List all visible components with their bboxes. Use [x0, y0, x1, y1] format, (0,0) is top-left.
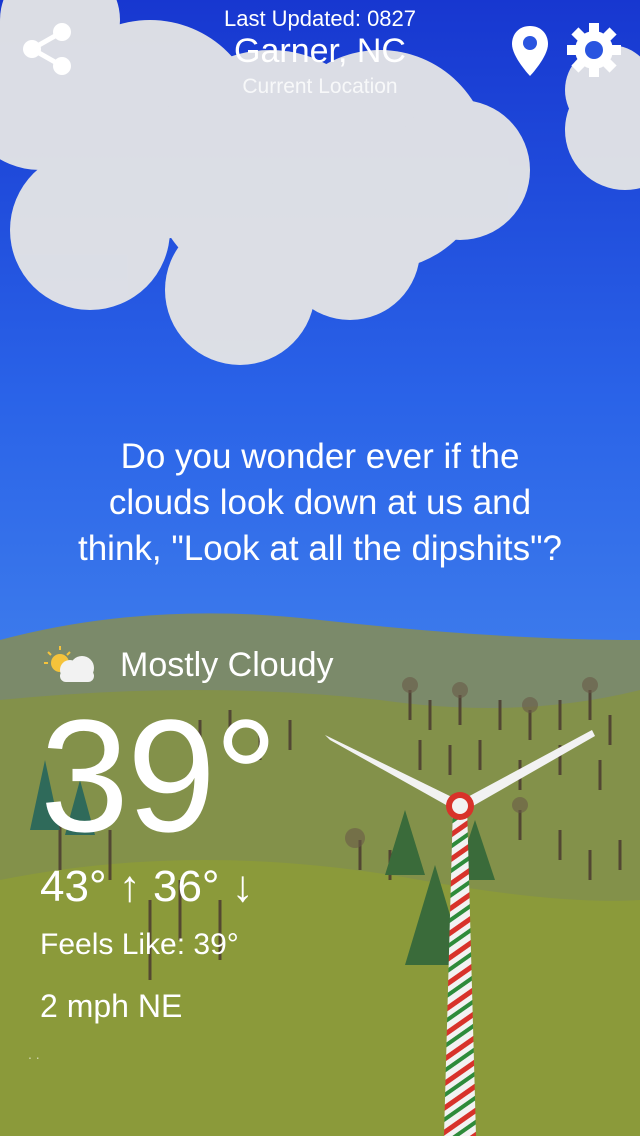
feels-like-label: Feels Like: 39° [40, 928, 239, 961]
share-icon[interactable] [18, 20, 76, 78]
page-indicator: . . [28, 1046, 40, 1062]
wind-label: 2 mph NE [40, 988, 183, 1024]
high-low-temperature: 43° ↑ 36° ↓ [40, 862, 254, 911]
location-pin-icon[interactable] [510, 24, 550, 78]
quote-line-3: think, "Look at all the dipshits"? [77, 529, 563, 568]
partly-cloudy-icon [42, 644, 98, 684]
gear-icon[interactable] [566, 22, 622, 78]
quote-line-2: clouds look down at us and [108, 483, 532, 522]
location-type-label: Current Location [242, 75, 398, 98]
condition-label: Mostly Cloudy [120, 646, 334, 684]
quote-line-1: Do you wonder ever if the [120, 437, 520, 476]
weather-quote: Do you wonder ever if the clouds look do… [20, 434, 620, 572]
current-temperature: 39° [40, 686, 278, 865]
